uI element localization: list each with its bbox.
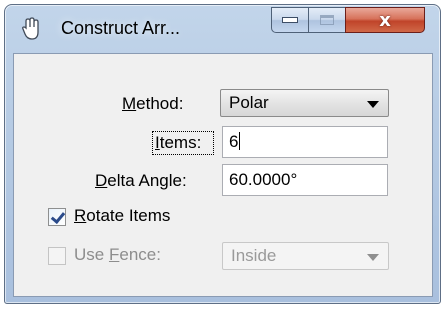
close-icon: x (379, 9, 391, 31)
method-label: Method: (122, 94, 184, 113)
items-value: 6 (229, 132, 239, 151)
construct-array-window: Construct Arr... x Method: Polar Items: … (4, 4, 441, 304)
maximize-button[interactable] (308, 7, 345, 33)
minimize-icon (282, 17, 298, 23)
fence-mode-value: Inside (231, 246, 277, 265)
title-bar[interactable]: Construct Arr... x (5, 5, 440, 53)
delta-angle-label: Delta Angle: (95, 171, 187, 190)
dialog-body: Method: Polar Items: 6 Delta Angle: 60.0… (13, 53, 433, 297)
use-fence-label: Use Fence: (74, 245, 161, 264)
fence-mode-dropdown[interactable]: Inside (222, 242, 389, 270)
caption-buttons: x (271, 7, 425, 33)
use-fence-checkbox[interactable] (48, 247, 66, 265)
maximize-icon (320, 15, 334, 25)
chevron-down-icon (367, 101, 379, 108)
minimize-button[interactable] (271, 7, 308, 33)
method-dropdown[interactable]: Polar (220, 89, 389, 117)
window-title: Construct Arr... (61, 18, 181, 38)
delta-angle-input[interactable]: 60.0000° (222, 164, 388, 196)
chevron-down-icon (367, 254, 379, 261)
items-label: Items: (155, 133, 202, 152)
hand-icon (22, 17, 39, 40)
method-value: Polar (229, 93, 269, 112)
rotate-items-checkbox[interactable] (48, 208, 66, 226)
delta-angle-value: 60.0000° (229, 170, 298, 189)
text-caret (239, 132, 241, 150)
close-button[interactable]: x (345, 7, 425, 33)
items-input[interactable]: 6 (222, 126, 388, 158)
rotate-items-label[interactable]: Rotate Items (74, 206, 170, 226)
